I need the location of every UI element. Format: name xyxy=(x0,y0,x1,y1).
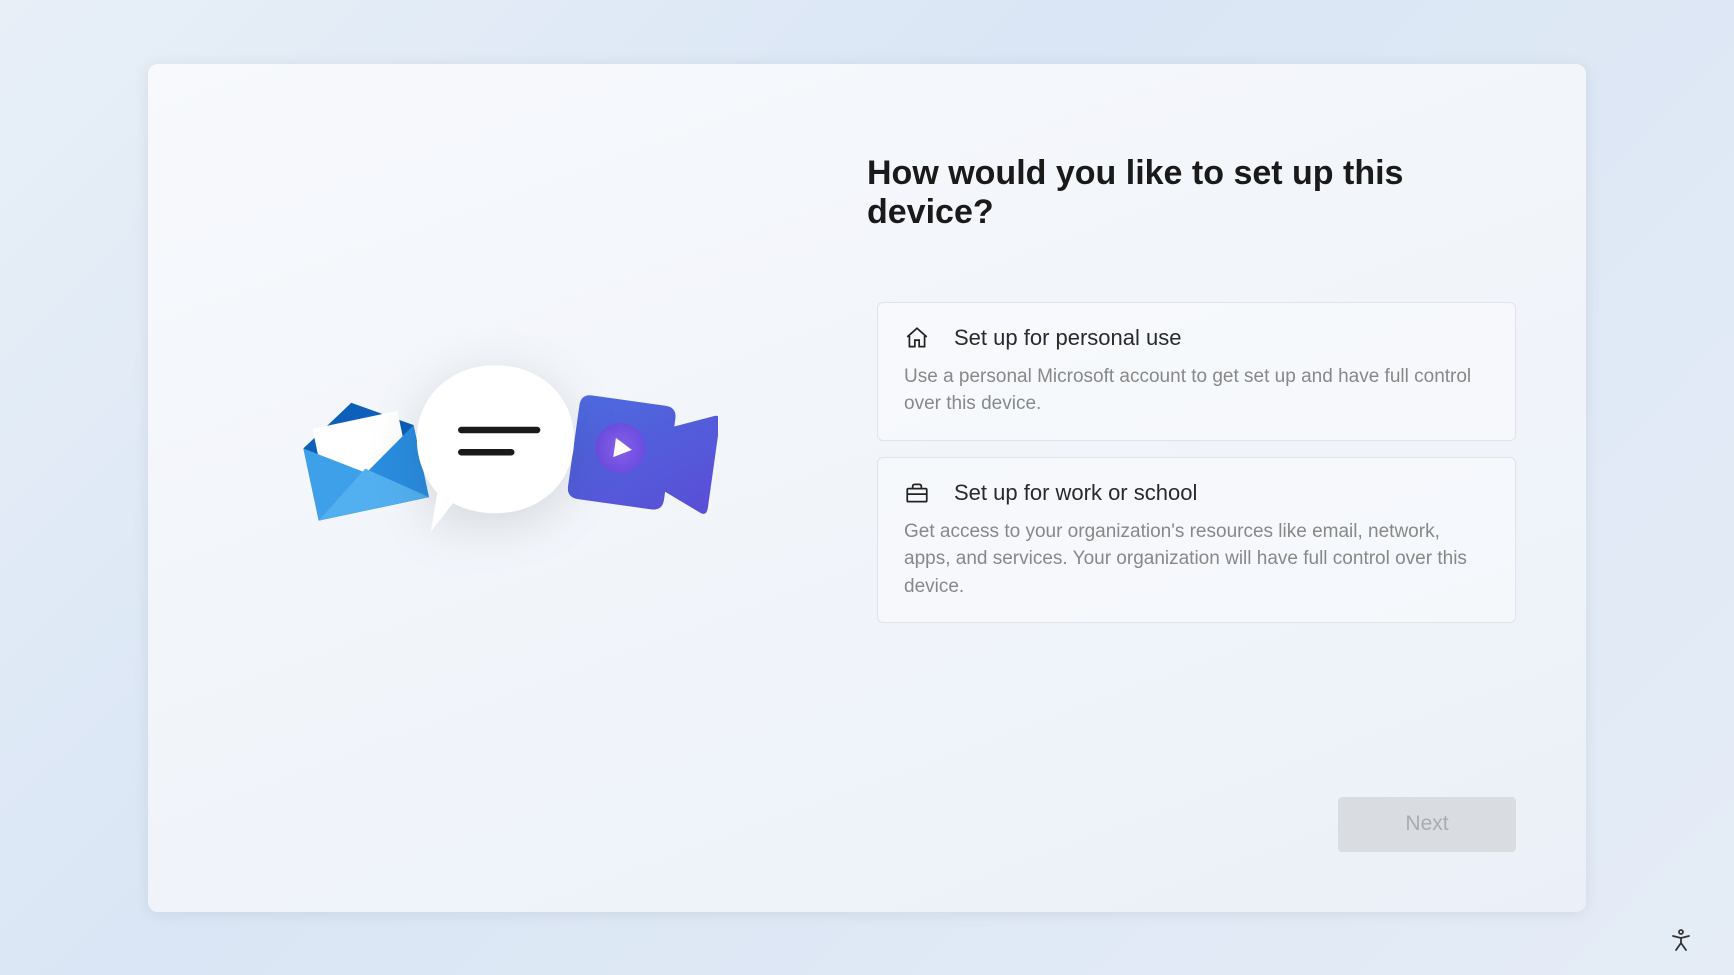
home-icon xyxy=(904,325,930,351)
option-header: Set up for work or school xyxy=(904,480,1489,506)
briefcase-icon xyxy=(904,480,930,506)
option-work-school[interactable]: Set up for work or school Get access to … xyxy=(877,457,1516,624)
hero-illustration xyxy=(298,338,718,598)
illustration-panel xyxy=(148,64,867,912)
accessibility-button[interactable] xyxy=(1664,923,1698,957)
option-work-desc: Get access to your organization's resour… xyxy=(904,518,1489,601)
footer-actions: Next xyxy=(867,797,1516,872)
accessibility-icon xyxy=(1669,928,1693,952)
option-personal-use[interactable]: Set up for personal use Use a personal M… xyxy=(877,302,1516,441)
setup-dialog: How would you like to set up this device… xyxy=(148,64,1586,912)
chat-bubble-icon xyxy=(403,356,588,541)
next-button[interactable]: Next xyxy=(1338,797,1516,852)
page-title: How would you like to set up this device… xyxy=(867,154,1516,232)
content-panel: How would you like to set up this device… xyxy=(867,64,1586,912)
setup-options: Set up for personal use Use a personal M… xyxy=(877,302,1516,624)
option-work-title: Set up for work or school xyxy=(954,480,1197,506)
option-personal-desc: Use a personal Microsoft account to get … xyxy=(904,363,1489,418)
option-personal-title: Set up for personal use xyxy=(954,325,1181,351)
option-header: Set up for personal use xyxy=(904,325,1489,351)
